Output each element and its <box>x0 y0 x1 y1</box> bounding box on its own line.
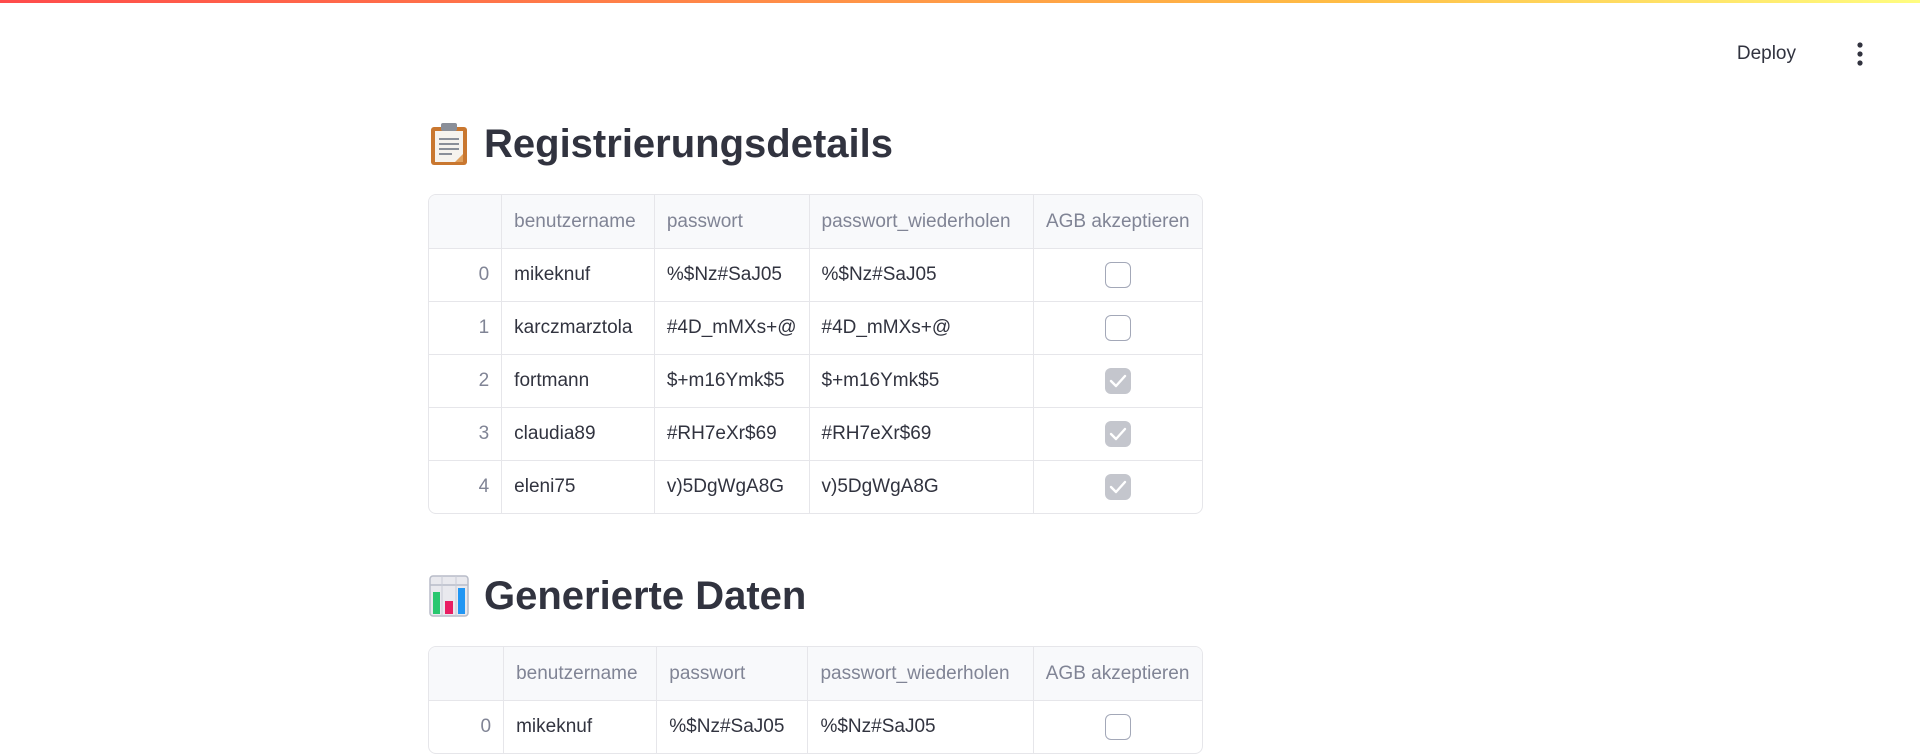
cell-agb <box>1033 407 1202 461</box>
column-header-index <box>429 195 503 249</box>
column-header-passwort[interactable]: passwort <box>656 647 809 701</box>
cell-passwort[interactable]: $+m16Ymk$5 <box>654 354 810 408</box>
table-row: 4 eleni75 v)5DgWgA8G v)5DgWgA8G <box>429 460 1202 514</box>
row-index: 2 <box>429 354 503 408</box>
cell-passwort[interactable]: #RH7eXr$69 <box>654 407 810 461</box>
cell-benutzername[interactable]: eleni75 <box>501 460 655 513</box>
column-header-index <box>429 647 505 701</box>
table-row: 3 claudia89 #RH7eXr$69 #RH7eXr$69 <box>429 407 1202 461</box>
cell-passwort-wiederholen[interactable]: #4D_mMXs+@ <box>809 301 1034 355</box>
cell-passwort[interactable]: v)5DgWgA8G <box>654 460 810 513</box>
agb-checkbox[interactable] <box>1104 368 1131 394</box>
row-index: 4 <box>429 460 503 513</box>
deploy-button[interactable]: Deploy <box>1729 36 1804 72</box>
cell-agb <box>1033 301 1202 355</box>
section-title-text: Registrierungsdetails <box>484 121 894 166</box>
cell-passwort-wiederholen[interactable]: $+m16Ymk$5 <box>809 354 1034 408</box>
cell-agb <box>1033 354 1202 408</box>
section-title-text: Generierte Daten <box>484 573 807 618</box>
cell-passwort-wiederholen[interactable]: #RH7eXr$69 <box>809 407 1034 461</box>
table-header-row: benutzername passwort passwort_wiederhol… <box>429 195 1202 249</box>
column-header-benutzername[interactable]: benutzername <box>503 647 658 701</box>
table-header-row: benutzername passwort passwort_wiederhol… <box>429 647 1202 701</box>
section-heading: Generierte Daten <box>428 560 1208 632</box>
section-registrierungsdetails: Registrierungsdetails benutzername passw… <box>428 108 1208 514</box>
row-index: 0 <box>429 700 505 753</box>
table-row: 1 karczmarztola #4D_mMXs+@ #4D_mMXs+@ <box>429 301 1202 355</box>
cell-benutzername[interactable]: mikeknuf <box>501 248 655 302</box>
bar-chart-icon <box>428 573 470 619</box>
cell-benutzername[interactable]: claudia89 <box>501 407 655 461</box>
cell-passwort-wiederholen[interactable]: %$Nz#SaJ05 <box>809 248 1034 302</box>
table-row: 0 mikeknuf %$Nz#SaJ05 %$Nz#SaJ05 <box>429 700 1202 754</box>
agb-checkbox[interactable] <box>1104 262 1131 288</box>
agb-checkbox[interactable] <box>1104 315 1131 341</box>
cell-passwort[interactable]: %$Nz#SaJ05 <box>656 700 809 753</box>
column-header-agb[interactable]: AGB akzeptieren <box>1033 647 1202 701</box>
cell-benutzername[interactable]: mikeknuf <box>503 700 658 753</box>
cell-passwort-wiederholen[interactable]: %$Nz#SaJ05 <box>807 700 1034 753</box>
row-index: 0 <box>429 248 503 302</box>
main-content: Registrierungsdetails benutzername passw… <box>428 108 1208 754</box>
generated-data-table[interactable]: benutzername passwort passwort_wiederhol… <box>428 646 1203 754</box>
cell-agb <box>1033 248 1202 302</box>
section-generierte-daten: Generierte Daten benutzername passwort p… <box>428 560 1208 754</box>
vertical-ellipsis-icon[interactable] <box>1850 40 1870 68</box>
table-row: 0 mikeknuf %$Nz#SaJ05 %$Nz#SaJ05 <box>429 248 1202 302</box>
row-index: 1 <box>429 301 503 355</box>
section-heading: Registrierungsdetails <box>428 108 1208 180</box>
column-header-passwort-wiederholen[interactable]: passwort_wiederholen <box>809 195 1034 249</box>
agb-checkbox[interactable] <box>1104 474 1131 500</box>
agb-checkbox[interactable] <box>1104 421 1131 447</box>
clipboard-icon <box>428 121 470 167</box>
registration-table[interactable]: benutzername passwort passwort_wiederhol… <box>428 194 1203 514</box>
column-header-passwort-wiederholen[interactable]: passwort_wiederholen <box>807 647 1034 701</box>
cell-benutzername[interactable]: karczmarztola <box>501 301 655 355</box>
cell-passwort-wiederholen[interactable]: v)5DgWgA8G <box>809 460 1034 513</box>
cell-benutzername[interactable]: fortmann <box>501 354 655 408</box>
cell-agb <box>1033 461 1202 514</box>
app-header: Deploy <box>0 0 1920 90</box>
column-header-agb[interactable]: AGB akzeptieren <box>1033 195 1202 249</box>
cell-passwort[interactable]: #4D_mMXs+@ <box>654 301 810 355</box>
agb-checkbox[interactable] <box>1104 714 1131 740</box>
cell-passwort[interactable]: %$Nz#SaJ05 <box>654 248 810 302</box>
cell-agb <box>1033 701 1202 754</box>
column-header-benutzername[interactable]: benutzername <box>501 195 655 249</box>
table-row: 2 fortmann $+m16Ymk$5 $+m16Ymk$5 <box>429 354 1202 408</box>
column-header-passwort[interactable]: passwort <box>654 195 810 249</box>
row-index: 3 <box>429 407 503 461</box>
